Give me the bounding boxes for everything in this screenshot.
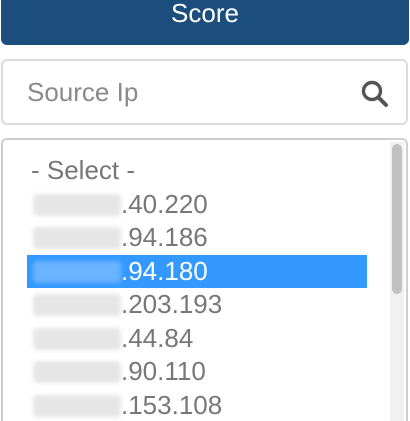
option-label: - Select - [31,155,136,185]
option-label: .90.110 [121,356,206,386]
score-button[interactable]: Score [1,0,409,45]
option-label: .203.193 [121,289,223,319]
source-ip-listbox[interactable]: - Select - .40.220 .94.186 .94.180 .203.… [1,138,408,421]
redacted-ip-prefix [33,361,121,383]
redacted-ip-prefix [33,227,121,249]
redacted-ip-prefix [33,193,121,216]
list-scrollbar[interactable] [390,142,404,421]
source-ip-search-input[interactable] [3,61,343,123]
list-option[interactable]: .90.110 [27,355,367,389]
option-label: .153.108 [121,389,223,420]
list-option[interactable]: .203.193 [27,288,367,322]
list-scrollbar-thumb[interactable] [392,144,402,294]
list-option-selected[interactable]: .94.180 [27,254,367,288]
redacted-ip-prefix [33,394,121,417]
source-ip-search [1,59,408,125]
redacted-ip-prefix [33,294,121,316]
list-option-placeholder[interactable]: - Select - [27,154,367,188]
list-option[interactable]: .40.220 [27,188,367,222]
list-option[interactable]: .44.84 [27,322,367,356]
option-label: .44.84 [121,322,194,353]
option-label: .40.220 [121,188,208,219]
list-option[interactable]: .94.186 [27,221,367,255]
ip-filter-panel: Score - Select - .40.220 .94.186 .94.180… [0,0,410,421]
score-button-label: Score [171,0,239,28]
option-label: .94.180 [121,255,208,286]
redacted-ip-prefix [33,327,121,350]
option-label: .94.186 [121,222,208,252]
search-icon[interactable] [360,79,390,109]
redacted-ip-prefix [33,260,121,283]
list-option[interactable]: .153.108 [27,389,367,421]
